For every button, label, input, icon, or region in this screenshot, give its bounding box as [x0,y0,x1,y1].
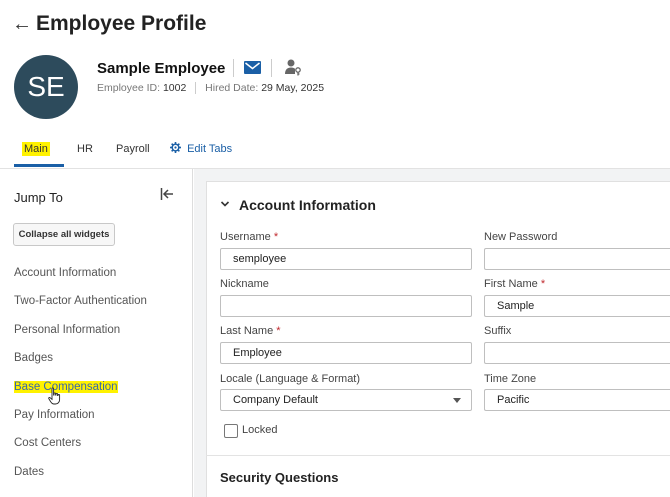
hired-date-value: 29 May, 2025 [261,82,325,94]
timezone-select[interactable]: Pacific [484,389,670,411]
edit-tabs-link[interactable]: Edit Tabs [170,142,232,164]
tab-label: HR [77,143,93,155]
first-name-value: Sample [497,300,535,312]
label-text: Last Name [220,325,274,337]
first-name-label: First Name * [484,278,545,290]
edit-tabs-label: Edit Tabs [187,143,233,155]
tab-label: Main [22,142,50,156]
header-divider [271,59,272,77]
employee-id-value: 1002 [162,82,187,94]
active-tab-indicator [14,164,64,167]
mail-icon[interactable] [244,61,261,74]
timezone-value: Pacific [497,394,530,406]
required-mark: * [273,231,279,243]
locked-label: Locked [242,424,278,436]
security-questions-title: Security Questions [220,470,339,485]
back-arrow-icon[interactable]: ← [12,12,32,36]
sidebar-item-cost-centers[interactable]: Cost Centers [14,437,81,449]
hired-date-label: Hired Date: [205,82,259,94]
page-title: Employee Profile [36,12,207,35]
last-name-value: Employee [233,347,282,359]
employee-meta: Employee ID: 1002 Hired Date: 29 May, 20… [97,82,325,95]
tab-payroll[interactable]: Payroll [116,142,150,164]
required-mark: * [540,278,546,290]
suffix-input[interactable] [484,342,670,364]
employee-name: Sample Employee [97,60,226,77]
timezone-label: Time Zone [484,373,537,385]
jump-to-sidebar: Jump To Collapse all widgets Account Inf… [0,169,193,497]
sidebar-item-pay-information[interactable]: Pay Information [14,409,95,421]
required-mark: * [276,325,281,337]
locale-select[interactable]: Company Default [220,389,472,411]
tab-label: Payroll [116,143,150,155]
user-key-icon[interactable] [284,58,302,76]
dropdown-arrow-icon [453,398,461,403]
avatar-initials: SE [27,71,65,102]
sidebar-item-two-factor-authentication[interactable]: Two-Factor Authentication [14,295,147,307]
new-password-input[interactable] [484,248,670,270]
sidebar-item-account-information[interactable]: Account Information [14,267,116,279]
new-password-label: New Password [484,231,558,243]
label-text: Username [220,231,271,243]
locale-label: Locale (Language & Format) [220,373,361,385]
header-divider [233,59,234,77]
chevron-down-icon[interactable] [220,199,230,209]
account-information-card [206,181,670,497]
gear-icon [170,142,181,153]
sidebar-title: Jump To [14,190,63,205]
sidebar-item-label: Base Compensation [14,381,118,393]
tab-hr[interactable]: HR [77,142,93,164]
nickname-input[interactable] [220,295,472,317]
hand-cursor-icon [48,387,61,405]
profile-tabs: Main HR Payroll Edit Tabs [0,138,670,168]
sidebar-item-base-compensation[interactable]: Base Compensation [14,381,118,393]
collapse-sidebar-icon[interactable] [160,187,174,201]
username-value: semployee [233,253,287,265]
nickname-label: Nickname [220,278,269,290]
employee-id-label: Employee ID: [97,82,161,94]
username-label: Username * [220,231,278,243]
avatar: SE [14,55,78,119]
sidebar-item-personal-information[interactable]: Personal Information [14,324,120,336]
section-title: Account Information [239,197,376,213]
collapse-all-widgets-button[interactable]: Collapse all widgets [13,223,115,246]
last-name-input[interactable]: Employee [220,342,472,364]
first-name-input[interactable]: Sample [484,295,670,317]
label-text: First Name [484,278,538,290]
username-input[interactable]: semployee [220,248,472,270]
locale-value: Company Default [233,394,318,406]
locked-checkbox[interactable] [224,424,238,438]
last-name-label: Last Name * [220,325,281,337]
sidebar-item-dates[interactable]: Dates [14,466,44,478]
suffix-label: Suffix [484,325,512,337]
sidebar-item-badges[interactable]: Badges [14,352,53,364]
tab-main[interactable]: Main [16,142,56,164]
meta-divider [195,82,197,95]
section-divider [206,455,670,456]
